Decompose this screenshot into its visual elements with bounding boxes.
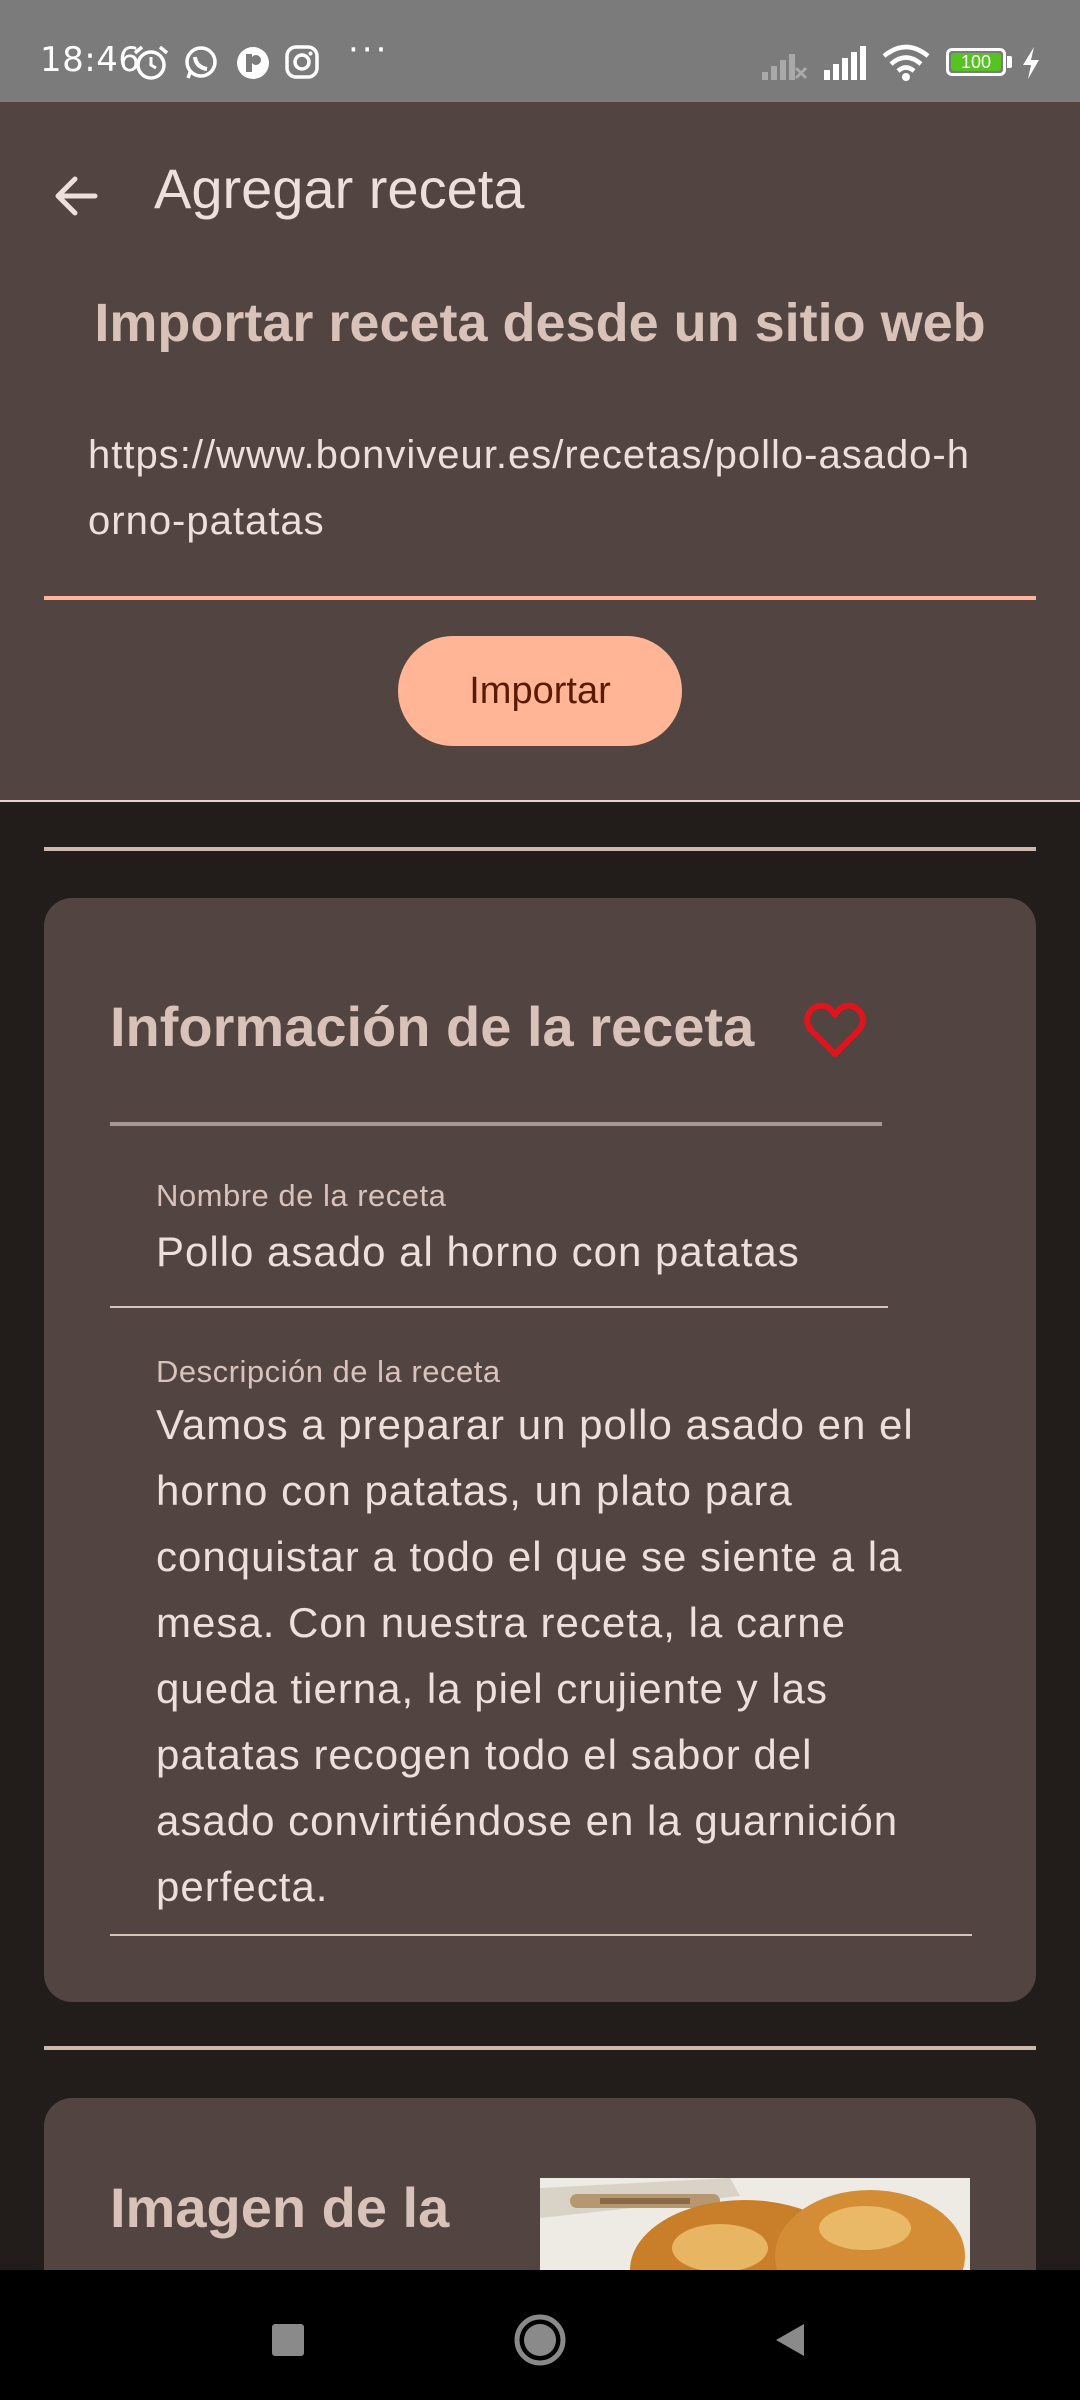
page-title: Agregar receta — [154, 157, 525, 220]
recipe-name-field[interactable]: Nombre de la receta Pollo asado al horno… — [110, 1166, 888, 1308]
arrow-back-icon — [55, 176, 98, 216]
recipe-name-value: Pollo asado al horno con patatas — [156, 1228, 800, 1275]
status-time: 18:46 — [40, 40, 141, 80]
alarm-icon — [132, 44, 170, 86]
import-button[interactable]: Importar — [398, 636, 682, 746]
signal-icon — [822, 44, 870, 86]
charging-icon — [1020, 46, 1042, 84]
app-icon — [234, 44, 272, 86]
more-notifications-icon: ··· — [348, 30, 390, 70]
instagram-icon — [284, 44, 320, 84]
whatsapp-icon — [182, 44, 220, 86]
divider — [44, 847, 1036, 851]
circle-icon — [514, 2314, 566, 2366]
triangle-back-icon — [776, 2324, 804, 2356]
import-title: Importar receta desde un sitio web — [94, 293, 986, 353]
battery-icon: 100 — [946, 48, 1006, 76]
recipe-description-value: Vamos a preparar un pollo asado en el ho… — [156, 1401, 914, 1910]
wifi-icon — [882, 44, 930, 86]
recipe-info-card: Información de la receta Nombre de la re… — [44, 898, 1036, 2002]
battery-level: 100 — [951, 53, 1001, 71]
signal-empty-icon — [760, 44, 808, 86]
square-icon — [272, 2324, 304, 2356]
status-bar: 18:46 ··· 100 — [0, 0, 1080, 102]
home-button[interactable] — [500, 2300, 580, 2380]
back-nav-button[interactable] — [750, 2300, 830, 2380]
recipe-name-label: Nombre de la receta — [156, 1178, 447, 1213]
url-input-value: https://www.bonviveur.es/recetas/pollo-a… — [88, 433, 970, 543]
card-title-rule — [110, 1122, 882, 1126]
url-input[interactable]: https://www.bonviveur.es/recetas/pollo-a… — [44, 402, 1036, 600]
recipe-info-title: Información de la receta — [110, 995, 755, 1058]
screen: 18:46 ··· 100 Agregar receta Importar re… — [0, 0, 1080, 2400]
battery-cap — [1007, 56, 1012, 68]
recipe-description-field[interactable]: Descripción de la receta Vamos a prepara… — [110, 1342, 972, 1936]
import-section: Agregar receta Importar receta desde un … — [0, 102, 1080, 802]
back-button[interactable] — [40, 160, 112, 232]
divider — [44, 2046, 1036, 2050]
favorite-heart-icon[interactable] — [804, 1002, 866, 1060]
recents-button[interactable] — [248, 2300, 328, 2380]
navigation-bar — [0, 2270, 1080, 2400]
recipe-description-label: Descripción de la receta — [156, 1354, 501, 1389]
